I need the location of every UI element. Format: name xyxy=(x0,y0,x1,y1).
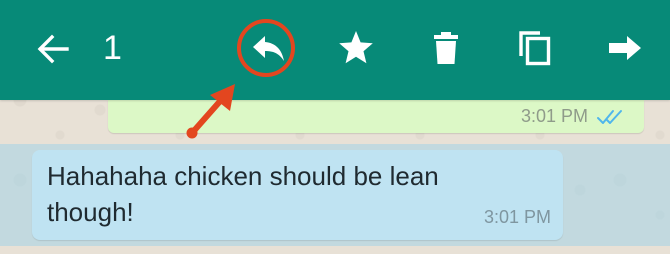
incoming-message-bubble[interactable]: Hahahaha chicken should be lean though! … xyxy=(32,150,563,240)
back-arrow-icon[interactable] xyxy=(34,30,72,68)
delete-icon[interactable] xyxy=(424,26,468,70)
message-text: Hahahaha chicken should be lean though! xyxy=(47,158,467,230)
chat-screen: 3:01 PM Hahahaha chicken should be lean … xyxy=(0,0,670,254)
double-check-icon xyxy=(596,107,626,127)
star-icon[interactable] xyxy=(334,26,378,70)
chat-bottom-area xyxy=(0,246,670,254)
selection-action-bar: 1 xyxy=(0,0,670,100)
copy-icon[interactable] xyxy=(513,26,557,70)
message-time: 3:01 PM xyxy=(483,207,551,227)
message-text-line-2: though! xyxy=(47,197,134,227)
forward-icon[interactable] xyxy=(603,26,647,70)
annotation-arrow-icon xyxy=(180,75,250,145)
message-time: 3:01 PM xyxy=(520,106,588,126)
message-text-line-1: Hahahaha chicken should be lean xyxy=(47,161,439,191)
selection-count: 1 xyxy=(103,29,122,67)
annotation-circle xyxy=(237,19,295,77)
